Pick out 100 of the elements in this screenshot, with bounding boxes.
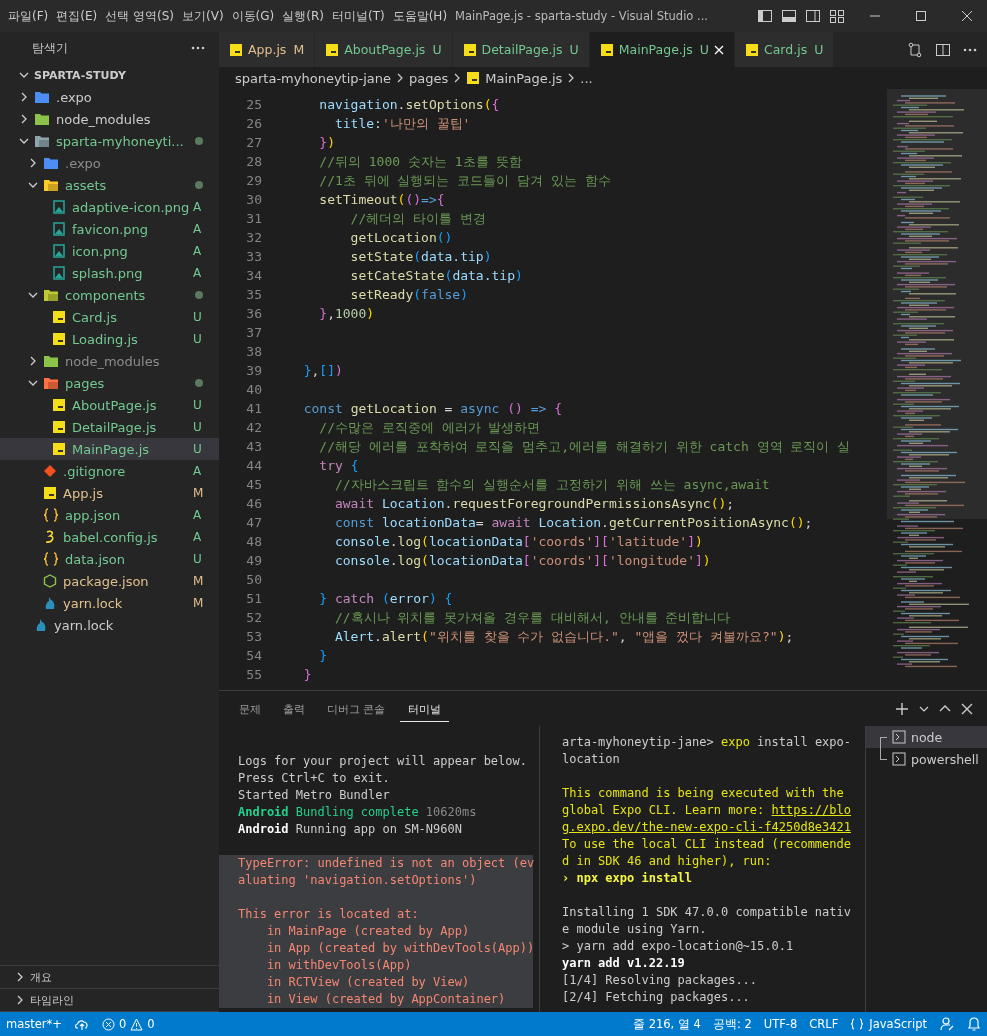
indentation-status[interactable]: 공백: 2: [712, 1016, 752, 1032]
git-status-letter: M: [193, 596, 203, 610]
plus-icon[interactable]: [895, 701, 909, 716]
problems-button[interactable]: 0 0: [101, 1017, 155, 1031]
tree-item[interactable]: babel.config.js A: [0, 526, 219, 548]
more-icon[interactable]: [191, 46, 205, 50]
menu-item[interactable]: 파일(F): [4, 7, 53, 25]
tree-item[interactable]: node_modules: [0, 350, 219, 372]
more-icon[interactable]: [963, 47, 977, 52]
terminal-icon: [892, 730, 906, 744]
menu-item[interactable]: 보기(V): [178, 7, 228, 25]
tree-item[interactable]: AboutPage.js U: [0, 394, 219, 416]
tree-item[interactable]: Card.js U: [0, 306, 219, 328]
panel-tab[interactable]: 출력: [275, 695, 313, 722]
feedback-icon[interactable]: [939, 1016, 955, 1032]
close-icon[interactable]: [961, 10, 973, 22]
diamond-file-icon: [43, 464, 57, 478]
tree-item[interactable]: .gitignore A: [0, 460, 219, 482]
terminal-icon: [892, 752, 906, 766]
terminal-link[interactable]: https://blo: [771, 803, 851, 817]
editor-tab[interactable]: Card.js U: [734, 32, 835, 67]
sidebar-title: 탐색기: [32, 40, 68, 56]
image-file-icon: [52, 266, 66, 280]
project-section-header[interactable]: SPARTA-STUDY: [0, 64, 219, 86]
language-mode[interactable]: JavaScript: [850, 1017, 927, 1031]
blob-file-icon: [34, 618, 48, 632]
menu-item[interactable]: 편집(E): [52, 7, 102, 25]
editor-tab[interactable]: DetailPage.js U: [452, 32, 590, 67]
tree-item[interactable]: app.json A: [0, 504, 219, 526]
breadcrumb-item[interactable]: pages: [409, 70, 449, 86]
code-line: setTimeout(()=>{: [318, 192, 445, 207]
tree-item[interactable]: MainPage.js U: [0, 438, 219, 460]
cloud-upload-icon[interactable]: [73, 1017, 90, 1031]
menu-item[interactable]: 이동(G): [227, 7, 279, 25]
git-status-letter: A: [193, 464, 203, 478]
terminal-list-item[interactable]: node: [866, 726, 987, 748]
git-status-letter: U: [193, 332, 203, 346]
tree-item[interactable]: yarn.lock M: [0, 592, 219, 614]
tree-item[interactable]: adaptive-icon.png A: [0, 196, 219, 218]
terminal-line: in RCTView (created by View): [265, 975, 470, 989]
breadcrumb-item[interactable]: MainPage.js: [485, 70, 563, 86]
tree-item[interactable]: package.json M: [0, 570, 219, 592]
encoding-status[interactable]: UTF-8: [763, 1017, 798, 1031]
editor-tab[interactable]: AboutPage.js U: [315, 32, 453, 67]
open-folder-icon: [43, 178, 59, 192]
line-ending-status[interactable]: CRLF: [809, 1017, 839, 1031]
split-layout-icon[interactable]: [805, 8, 821, 24]
tree-item[interactable]: node_modules: [0, 108, 219, 130]
menu-item[interactable]: 선택 영역(S): [101, 7, 178, 25]
line-number: 29: [245, 173, 262, 188]
js-file-icon: [744, 42, 759, 57]
tree-item[interactable]: .expo: [0, 152, 219, 174]
maximize-icon[interactable]: [915, 10, 927, 22]
tree-item[interactable]: DetailPage.js U: [0, 416, 219, 438]
bell-icon[interactable]: [967, 1016, 981, 1032]
tree-item[interactable]: yarn.lock: [0, 614, 219, 636]
compare-changes-icon[interactable]: [907, 41, 923, 58]
terminal-line: aluating 'navigation.setOptions'): [238, 873, 477, 887]
toggle-panel-icon[interactable]: [781, 8, 797, 24]
line-number: 37: [245, 325, 262, 340]
branch-status[interactable]: master*+: [6, 1017, 62, 1031]
tree-item[interactable]: App.js M: [0, 482, 219, 504]
js-file-icon: [52, 332, 66, 346]
tree-item[interactable]: assets: [0, 174, 219, 196]
tree-item[interactable]: sparta-myhoneyti...: [0, 130, 219, 152]
toggle-sidebar-icon[interactable]: [757, 8, 773, 24]
code-line: const getLocation = async () => {: [302, 401, 562, 416]
tree-item[interactable]: icon.png A: [0, 240, 219, 262]
menu-item[interactable]: 실행(R): [278, 7, 328, 25]
split-editor-icon[interactable]: [935, 41, 951, 58]
tree-item[interactable]: .expo: [0, 86, 219, 108]
collapsed-section-header[interactable]: 개요: [0, 966, 219, 989]
menu-item[interactable]: 도움말(H): [388, 7, 452, 25]
tree-item[interactable]: components: [0, 284, 219, 306]
editor-tab[interactable]: MainPage.js U: [589, 32, 735, 67]
git-status-letter: A: [193, 530, 203, 544]
breadcrumb-item[interactable]: sparta-myhoneytip-jane: [235, 70, 392, 86]
close-icon[interactable]: [961, 702, 973, 715]
breadcrumb-item[interactable]: ...: [580, 70, 593, 86]
panel-tab[interactable]: 문제: [231, 695, 269, 722]
panel-tab[interactable]: 터미널: [399, 695, 449, 722]
layout-grid-icon[interactable]: [829, 8, 845, 24]
menu-item[interactable]: 터미널(T): [327, 7, 389, 25]
tree-item[interactable]: favicon.png A: [0, 218, 219, 240]
code-line: }: [302, 667, 312, 682]
code-line: //혹시나 위치를 못가져올 경우를 대비해서, 안내를 준비합니다: [333, 608, 731, 627]
code-line: //수많은 로직중에 에러가 발생하면: [318, 418, 541, 437]
terminal-text: d in SDK 46 and higher), run:: [562, 854, 772, 868]
editor-tab[interactable]: App.js M: [219, 32, 316, 67]
tree-item[interactable]: data.json U: [0, 548, 219, 570]
panel-tab[interactable]: 디버그 콘솔: [319, 695, 394, 722]
braces-file-icon: [43, 508, 59, 522]
terminal-list-item[interactable]: powershell: [866, 748, 987, 770]
terminal-text: Installing 1 SDK 47.0.0 compatible nativ: [562, 905, 851, 919]
image-file-icon: [52, 200, 66, 214]
cursor-position[interactable]: 줄 216, 열 4: [633, 1016, 701, 1032]
tree-item[interactable]: pages: [0, 372, 219, 394]
terminal-link[interactable]: g.expo.dev/the-new-expo-cli-f4250d8e3421: [562, 820, 851, 834]
tree-item[interactable]: Loading.js U: [0, 328, 219, 350]
tree-item[interactable]: splash.png A: [0, 262, 219, 284]
